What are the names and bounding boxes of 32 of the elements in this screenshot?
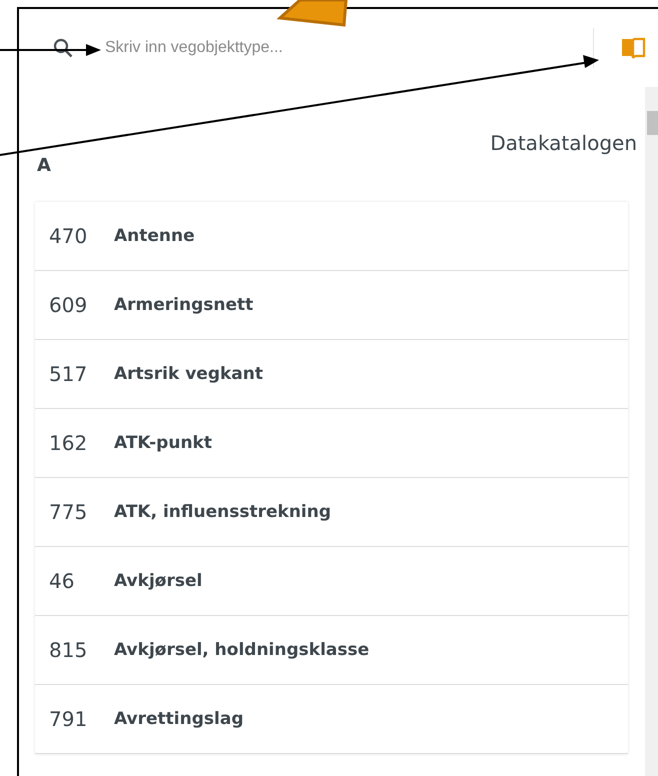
type-name: Artsrik vegkant bbox=[114, 364, 264, 384]
type-code: 46 bbox=[48, 569, 76, 593]
type-name: Avkjørsel bbox=[114, 571, 202, 591]
type-name: ATK, influensstrekning bbox=[114, 502, 332, 522]
object-type-item[interactable]: 162 ATK-punkt bbox=[35, 409, 628, 478]
type-code: 775 bbox=[48, 500, 88, 524]
callout-arrow-drawing bbox=[276, 0, 348, 27]
search-icon bbox=[53, 38, 73, 58]
type-code: 791 bbox=[48, 707, 88, 731]
type-name: Armeringsnett bbox=[114, 295, 254, 315]
type-code: 517 bbox=[48, 362, 88, 386]
section-letter: A bbox=[37, 155, 52, 176]
type-code: 815 bbox=[48, 638, 88, 662]
type-name: Antenne bbox=[114, 226, 195, 246]
type-name: Avrettingslag bbox=[114, 709, 244, 729]
object-type-item[interactable]: 791 Avrettingslag bbox=[35, 685, 628, 754]
object-type-item[interactable]: 815 Avkjørsel, holdningsklasse bbox=[35, 616, 628, 685]
type-code: 609 bbox=[48, 293, 88, 317]
type-code: 162 bbox=[48, 431, 88, 455]
scrollbar-thumb[interactable] bbox=[647, 111, 658, 135]
type-name: ATK-punkt bbox=[114, 433, 212, 453]
object-type-item[interactable]: 470 Antenne bbox=[35, 202, 628, 271]
search-field[interactable]: Skriv inn vegobjekttype... bbox=[105, 33, 593, 63]
catalog-link[interactable]: Datakatalogen bbox=[490, 131, 637, 155]
type-code: 470 bbox=[48, 224, 88, 248]
object-type-item[interactable]: 46 Avkjørsel bbox=[35, 547, 628, 616]
scrollbar[interactable] bbox=[645, 87, 658, 776]
object-type-item[interactable]: 609 Armeringsnett bbox=[35, 271, 628, 340]
book-icon[interactable] bbox=[620, 36, 646, 60]
object-type-item[interactable]: 517 Artsrik vegkant bbox=[35, 340, 628, 409]
type-name: Avkjørsel, holdningsklasse bbox=[114, 640, 370, 660]
object-type-item[interactable]: 775 ATK, influensstrekning bbox=[35, 478, 628, 547]
